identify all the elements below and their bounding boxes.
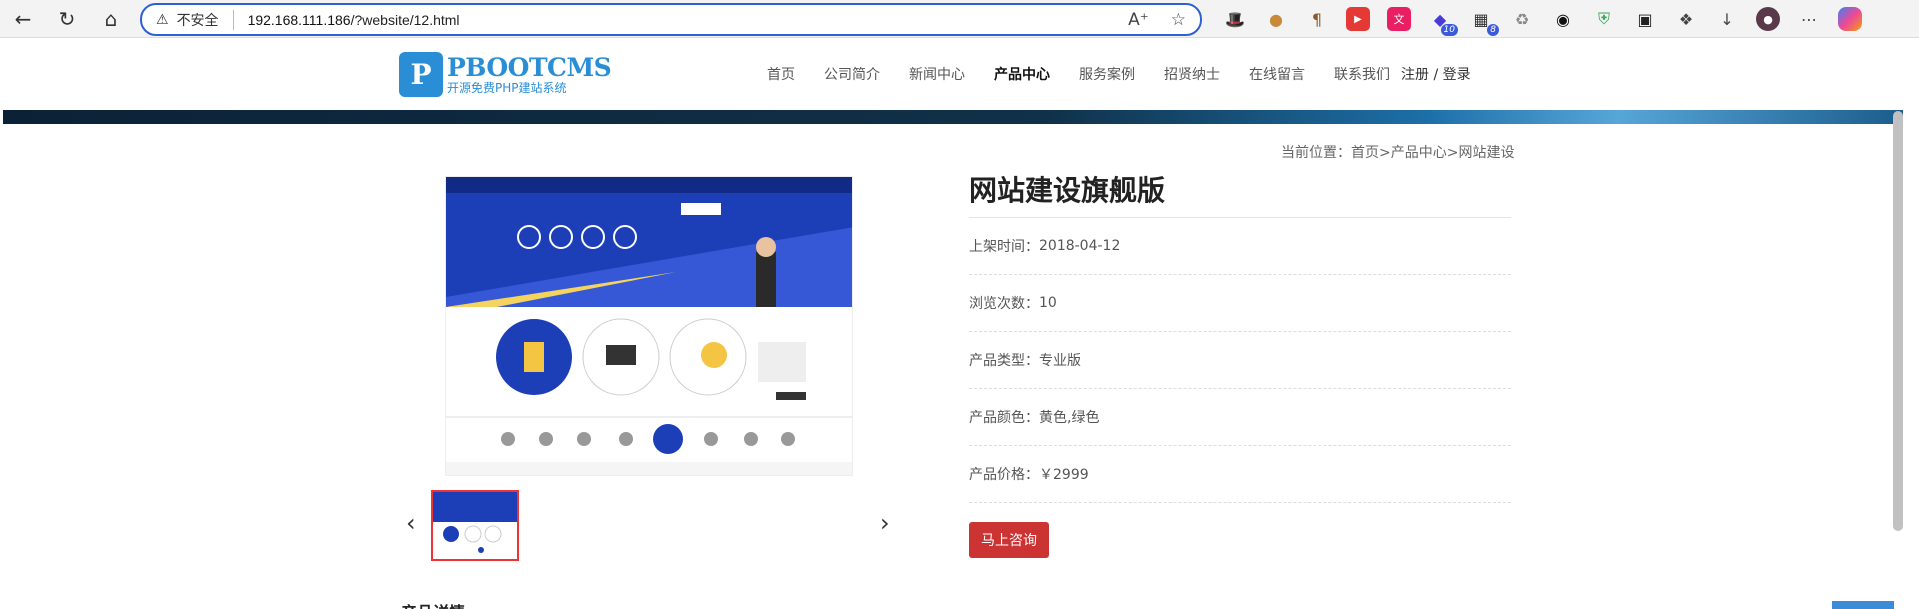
breadcrumb: 当前位置：首页>产品中心>网站建设: [1281, 145, 1515, 161]
extension-cap-icon[interactable]: ◆ 10: [1428, 7, 1458, 36]
nav-contact[interactable]: 联系我们: [1334, 64, 1390, 84]
page-banner: [3, 110, 1903, 124]
page-scrollbar[interactable]: [1893, 111, 1903, 531]
extension-video-icon[interactable]: ▶: [1346, 7, 1370, 31]
product-title: 网站建设旗舰版: [969, 176, 1511, 218]
extension-cookie-icon[interactable]: ●: [1264, 7, 1288, 31]
browser-toolbar: ← ↻ ⌂ ⚠ 不安全 192.168.111.186/?website/12.…: [0, 0, 1919, 38]
profile-avatar[interactable]: ●: [1756, 7, 1780, 31]
web-page: P PBOOTCMS 开源免费PHP建站系统 首页 公司简介 新闻中心 产品中心…: [3, 39, 1903, 609]
site-header: P PBOOTCMS 开源免费PHP建站系统 首页 公司简介 新闻中心 产品中心…: [3, 39, 1903, 110]
info-row-views: 浏览次数： 10: [969, 275, 1511, 332]
thumbnail-strip: [431, 490, 519, 561]
back-to-top-button[interactable]: [1832, 601, 1894, 609]
nav-products[interactable]: 产品中心: [994, 64, 1050, 84]
color-value: 黄色,绿色: [1039, 410, 1100, 426]
logo-mark: P: [399, 52, 443, 97]
consult-button[interactable]: 马上咨询: [969, 522, 1049, 558]
refresh-icon[interactable]: ↻: [52, 4, 82, 34]
breadcrumb-prefix: 当前位置：: [1281, 145, 1351, 161]
site-logo[interactable]: P PBOOTCMS 开源免费PHP建站系统: [399, 52, 612, 97]
more-menu-icon[interactable]: ⋯: [1797, 7, 1821, 31]
home-icon[interactable]: ⌂: [96, 4, 126, 34]
chevron-left-icon[interactable]: ‹: [406, 509, 416, 537]
views-value: 10: [1039, 295, 1057, 311]
security-label[interactable]: 不安全: [177, 9, 234, 30]
extension-shield-icon[interactable]: ⛨: [1592, 7, 1616, 31]
extension-grid-icon[interactable]: ▦ 8: [1469, 7, 1499, 36]
nav-about[interactable]: 公司简介: [824, 64, 880, 84]
url-text[interactable]: 192.168.111.186/?website/12.html: [248, 12, 1107, 28]
extensions-bar: 🎩 ● ¶ ▶ 文 ◆ 10 ▦ 8 ♻ ◉ ⛨ ▣ ❖ ↓ ● ⋯: [1223, 7, 1879, 36]
product-main-image: [445, 176, 853, 476]
logo-name: PBOOTCMS: [447, 52, 612, 82]
breadcrumb-category[interactable]: 产品中心: [1391, 145, 1447, 161]
logo-subtitle: 开源免费PHP建站系统: [447, 80, 567, 95]
read-aloud-icon[interactable]: A⁺: [1128, 10, 1149, 30]
nav-message[interactable]: 在线留言: [1249, 64, 1305, 84]
extension-circle-icon[interactable]: ◉: [1551, 7, 1575, 31]
product-details-heading: 产品详情: [401, 599, 465, 609]
login-register-link[interactable]: 注册 / 登录: [1401, 64, 1471, 84]
download-icon[interactable]: ↓: [1715, 7, 1739, 31]
info-row-price: 产品价格： ￥2999: [969, 446, 1511, 503]
extensions-puzzle-icon[interactable]: ❖: [1674, 7, 1698, 31]
extension-window-icon[interactable]: ▣: [1633, 7, 1657, 31]
nav-home[interactable]: 首页: [767, 64, 795, 84]
address-bar[interactable]: ⚠ 不安全 192.168.111.186/?website/12.html A…: [140, 3, 1202, 36]
thumbnail-image[interactable]: [431, 490, 519, 561]
info-row-type: 产品类型： 专业版: [969, 332, 1511, 389]
info-row-date: 上架时间： 2018-04-12: [969, 218, 1511, 275]
product-info: 网站建设旗舰版 上架时间： 2018-04-12 浏览次数： 10 产品类型： 专业版…: [969, 176, 1511, 558]
info-row-color: 产品颜色： 黄色,绿色: [969, 389, 1511, 446]
release-date-value: 2018-04-12: [1039, 238, 1121, 254]
price-value: ￥2999: [1039, 467, 1089, 483]
extension-recycle-icon[interactable]: ♻: [1510, 7, 1534, 31]
back-icon[interactable]: ←: [8, 4, 38, 34]
extension-pilcrow-icon[interactable]: ¶: [1305, 7, 1329, 31]
chevron-right-icon[interactable]: ›: [880, 509, 890, 537]
type-value: 专业版: [1039, 353, 1081, 369]
nav-jobs[interactable]: 招贤纳士: [1164, 64, 1220, 84]
nav-news[interactable]: 新闻中心: [909, 64, 965, 84]
favorite-star-icon[interactable]: ☆: [1171, 10, 1186, 30]
breadcrumb-home[interactable]: 首页: [1351, 145, 1379, 161]
breadcrumb-current[interactable]: 网站建设: [1458, 145, 1514, 161]
nav-cases[interactable]: 服务案例: [1079, 64, 1135, 84]
extension-hat-icon[interactable]: 🎩: [1223, 7, 1247, 31]
extension-translate-icon[interactable]: 文: [1387, 7, 1411, 31]
copilot-icon[interactable]: [1838, 7, 1862, 31]
warning-icon[interactable]: ⚠: [156, 12, 169, 28]
main-nav: 首页 公司简介 新闻中心 产品中心 服务案例 招贤纳士 在线留言 联系我们 注册…: [767, 64, 1500, 84]
